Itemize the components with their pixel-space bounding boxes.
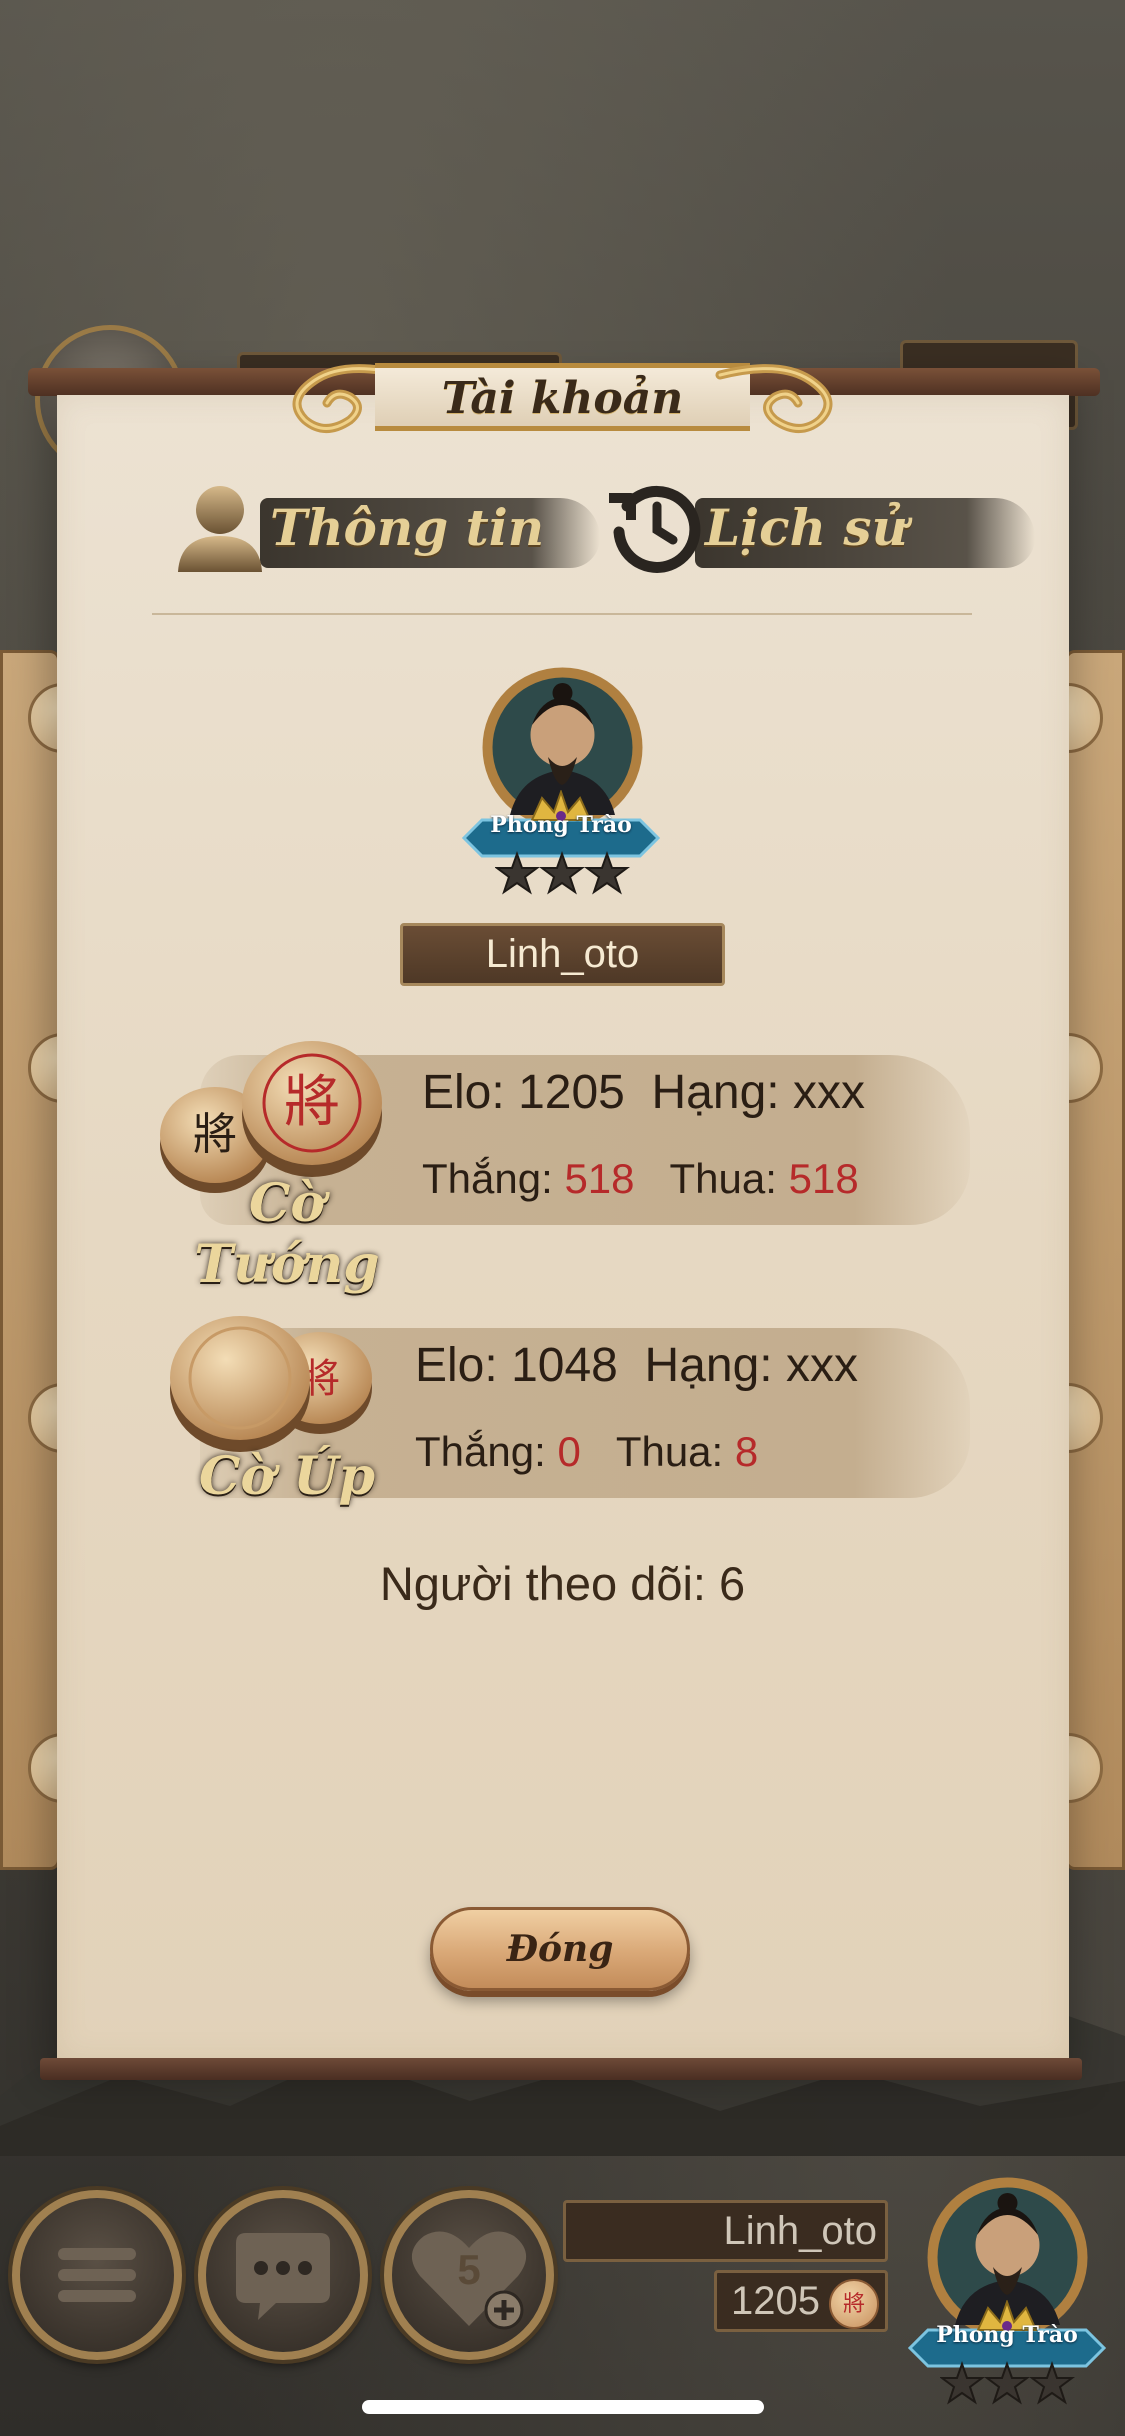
rank-stars (495, 851, 630, 895)
star-icon (940, 2361, 985, 2405)
chat-button[interactable] (198, 2190, 368, 2360)
game-stats-panel-co-up: 將 Cờ Úp Elo: 1048 Hạng: xxx Thắng: 0 Thu… (140, 1308, 970, 1518)
game-name-co-tuong: Cờ Tướng (194, 1173, 380, 1295)
tab-info-label: Thông tin (270, 498, 545, 557)
wins-losses-line: Thắng: 0 Thua: 8 (415, 1428, 758, 1476)
elo-label: Elo: (415, 1339, 498, 1392)
user-icon (178, 486, 262, 572)
tab-history-label: Lịch sử (705, 498, 908, 557)
wins-value: 518 (564, 1155, 635, 1202)
hearts-button[interactable]: 5 (384, 2190, 554, 2360)
star-icon (539, 851, 585, 895)
close-button[interactable]: Đóng (430, 1907, 690, 1991)
wins-value: 0 (557, 1428, 581, 1475)
elo-value: 1048 (511, 1339, 618, 1392)
losses-label: Thua: (669, 1155, 777, 1202)
svg-text:將: 將 (193, 1109, 237, 1160)
bottom-elo-value: 1205 (731, 2278, 820, 2323)
rank-label: Hạng: (644, 1339, 773, 1392)
dialog-title-plaque: Tài khoản (255, 355, 870, 447)
star-icon (984, 2361, 1030, 2405)
wins-label: Thắng: (415, 1428, 546, 1475)
tabs-divider (152, 613, 972, 615)
elo-value: 1205 (518, 1066, 625, 1119)
followers-count: Người theo dõi: 6 (379, 1557, 746, 1610)
menu-button[interactable] (12, 2190, 182, 2360)
bottom-rank-stars (940, 2361, 1075, 2405)
chat-bubble-icon (236, 2233, 330, 2320)
home-indicator[interactable] (362, 2400, 764, 2414)
losses-value: 8 (734, 1428, 759, 1475)
game-name-co-up: Cờ Úp (199, 1446, 375, 1507)
bottom-username: Linh_oto (563, 2200, 888, 2262)
star-icon (584, 851, 630, 895)
game-stats-panel-co-tuong: 將 將 Cờ Tướng Elo: 1205 Hạng: xxx Thắng: … (140, 1035, 970, 1295)
bottom-rank-label: Phong Trào (936, 2322, 1078, 2348)
username-field: Linh_oto (400, 923, 725, 986)
scroll-bottom-rod (40, 2058, 1082, 2080)
star-icon (495, 851, 540, 895)
losses-label: Thua: (615, 1428, 724, 1475)
wins-label: Thắng: (422, 1155, 553, 1202)
elo-rank-line: Elo: 1205 Hạng: xxx (422, 1065, 865, 1120)
rank-label: Phong Trào (490, 812, 632, 838)
rank-value: xxx (792, 1066, 865, 1119)
history-icon (609, 485, 701, 573)
elo-rank-line: Elo: 1048 Hạng: xxx (415, 1338, 858, 1393)
star-icon (1029, 2361, 1075, 2405)
rank-label: Hạng: (651, 1066, 780, 1119)
hamburger-menu-icon (58, 2248, 136, 2302)
elo-label: Elo: (422, 1066, 505, 1119)
xiangqi-coin-icon: 將 (829, 2279, 879, 2329)
dialog-title: Tài khoản (441, 373, 684, 424)
hearts-count: 5 (457, 2246, 481, 2293)
losses-value: 518 (788, 1155, 859, 1202)
rank-value: xxx (785, 1339, 858, 1392)
wins-losses-line: Thắng: 518 Thua: 518 (422, 1155, 859, 1203)
tab-info[interactable]: Thông tin (170, 470, 600, 585)
bottom-elo: 1205 將 (714, 2270, 888, 2332)
tab-history[interactable]: Lịch sử (605, 470, 1035, 585)
svg-text:將: 將 (284, 1070, 340, 1135)
